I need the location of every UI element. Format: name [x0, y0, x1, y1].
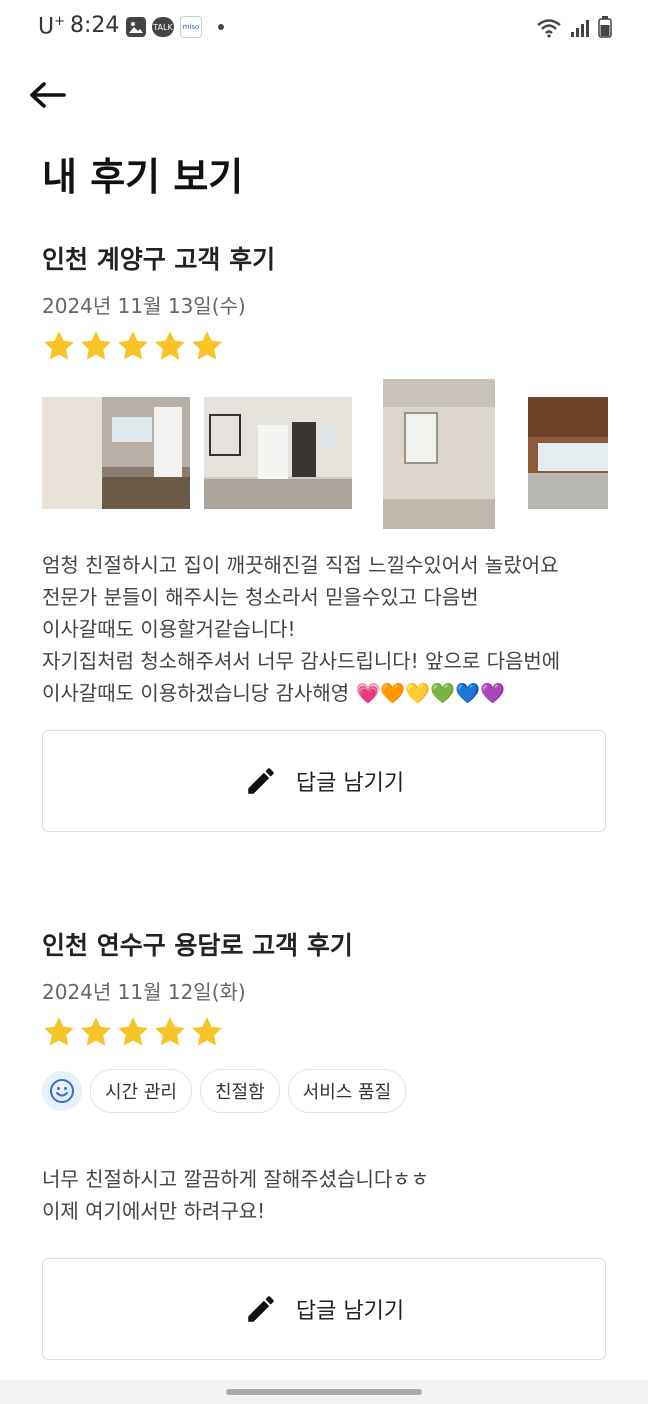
status-bar: U+ 8:24 TALK miso [0, 0, 648, 56]
review-text-line: 이제 여기에서만 하려구요! [42, 1199, 266, 1223]
smile-icon [42, 1071, 82, 1111]
review-tag: 시간 관리 [90, 1069, 192, 1113]
review-text: 너무 친절하시고 깔끔하게 잘해주셨습니다ㅎㅎ 이제 여기에서만 하려구요! [42, 1163, 608, 1227]
star-rating [42, 1015, 608, 1049]
review-title: 인천 계양구 고객 후기 [42, 245, 276, 274]
star-icon [155, 331, 185, 360]
star-icon [44, 1017, 74, 1046]
reply-button-label: 답글 남기기 [295, 771, 405, 796]
star-icon [118, 1017, 148, 1046]
review-photo[interactable] [528, 397, 608, 509]
arrow-left-icon [30, 82, 66, 108]
back-button[interactable] [28, 76, 68, 116]
star-icon [192, 331, 222, 360]
star-icon [118, 331, 148, 360]
gesture-bar [0, 1380, 648, 1404]
star-icon [81, 331, 111, 360]
review-card: 인천 연수구 용담로 고객 후기 2024년 11월 12일(화) 시간 관리 … [42, 926, 608, 1360]
star-icon [155, 1017, 185, 1046]
review-photo[interactable] [42, 397, 190, 509]
kakaotalk-icon: TALK [152, 17, 174, 37]
review-title: 인천 연수구 용담로 고객 후기 [42, 931, 353, 960]
review-photos[interactable] [42, 379, 608, 529]
review-text-line: 이사갈때도 이용할거같습니다! [42, 617, 296, 641]
pencil-icon [248, 1296, 274, 1322]
home-handle[interactable] [226, 1389, 422, 1395]
gallery-icon [126, 17, 146, 37]
miso-icon: miso [180, 16, 202, 38]
more-notifications-dot [218, 24, 224, 30]
review-text-line: 자기집처럼 청소해주셔서 너무 감사드립니다! 앞으로 다음번에 [42, 649, 561, 673]
review-photo[interactable] [383, 379, 495, 529]
signal-icon [571, 20, 589, 37]
review-tag: 친절함 [199, 1069, 280, 1113]
review-text: 엄청 친절하시고 집이 깨끗해진걸 직접 느낄수있어서 놀랐어요 전문가 분들이… [42, 549, 608, 709]
review-photo[interactable] [204, 397, 352, 509]
reply-button-label: 답글 남기기 [295, 1299, 405, 1324]
review-tag: 서비스 품질 [287, 1069, 407, 1113]
review-date: 2024년 11월 13일(수) [42, 294, 246, 318]
status-time: 8:24 [70, 13, 120, 38]
review-card: 인천 계양구 고객 후기 2024년 11월 13일(수) 엄청 친절하시고 집… [42, 240, 608, 832]
pencil-icon [248, 768, 274, 794]
wifi-icon [537, 19, 561, 38]
star-icon [192, 1017, 222, 1046]
carrier-label: U+ [38, 14, 66, 40]
system-icons [536, 16, 612, 38]
reply-button[interactable]: 답글 남기기 [42, 730, 606, 832]
battery-icon [598, 16, 612, 38]
reply-button[interactable]: 답글 남기기 [42, 1258, 606, 1360]
star-icon [44, 331, 74, 360]
review-text-line: 전문가 분들이 해주시는 청소라서 믿을수있고 다음번 [42, 585, 479, 609]
star-rating [42, 329, 608, 363]
review-text-line: 엄청 친절하시고 집이 깨끗해진걸 직접 느낄수있어서 놀랐어요 [42, 553, 559, 577]
review-text-line: 이사갈때도 이용하겠습니당 감사해영 💗🧡💛💚💙💜 [42, 681, 505, 705]
page-title: 내 후기 보기 [42, 155, 244, 199]
review-tags: 시간 관리 친절함 서비스 품질 [42, 1069, 608, 1113]
notification-icons: TALK miso [126, 16, 224, 38]
review-text-line: 너무 친절하시고 깔끔하게 잘해주셨습니다ㅎㅎ [42, 1167, 430, 1191]
review-date: 2024년 11월 12일(화) [42, 980, 246, 1004]
star-icon [81, 1017, 111, 1046]
